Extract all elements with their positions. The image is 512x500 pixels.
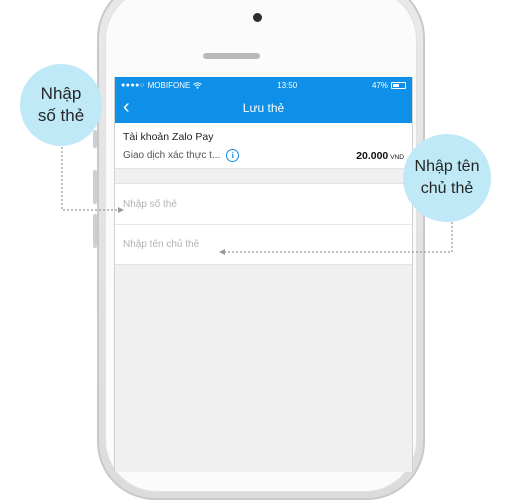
status-bar: ●●●●○ MOBIFONE 13:50 47% [115,77,412,93]
amount: 20.000 VND [356,150,404,162]
account-title: Tài khoản Zalo Pay [123,131,214,143]
clock: 13:50 [277,80,298,90]
callout-card-number-line1: Nhập [40,84,82,103]
callout-card-number: Nhập số thẻ [20,64,102,146]
volume-down-button [93,214,97,248]
callout-card-number-line2: số thẻ [37,106,85,125]
transaction-description: Giao dịch xác thực t... [123,150,221,161]
phone-screen: ●●●●○ MOBIFONE 13:50 47% ‹ Lưu thẻ Tài k… [114,77,413,472]
front-camera [253,13,262,22]
navigation-bar: ‹ Lưu thẻ [115,93,412,123]
section-divider [115,168,412,183]
currency-label: VND [390,153,404,161]
volume-up-button [93,170,97,204]
battery-percent: 47% [371,80,388,90]
info-icon[interactable]: i [226,149,240,162]
card-number-field[interactable]: Nhập số thẻ [115,184,412,224]
account-card: Tài khoản Zalo Pay Giao dịch xác thực t.… [115,123,412,168]
card-holder-placeholder: Nhập tên chủ thẻ [123,239,200,250]
signal-icon: ●●●●○ [121,81,145,89]
card-form: Nhập số thẻ Nhập tên chủ thẻ [115,183,412,265]
amount-value: 20.000 [356,149,389,162]
back-icon[interactable]: ‹ [123,97,130,117]
callout-card-holder-line2: chủ thẻ [420,180,474,197]
wifi-icon [193,81,203,89]
speaker-grille [203,53,260,59]
card-holder-field[interactable]: Nhập tên chủ thẻ [115,224,412,264]
callout-card-holder: Nhập tên chủ thẻ [403,134,491,222]
page-title: Lưu thẻ [242,101,285,115]
mute-switch [93,130,97,148]
carrier-label: MOBIFONE [147,80,191,90]
card-number-placeholder: Nhập số thẻ [123,198,177,210]
battery-icon [390,81,406,89]
callout-card-holder-line1: Nhập tên [414,158,480,175]
